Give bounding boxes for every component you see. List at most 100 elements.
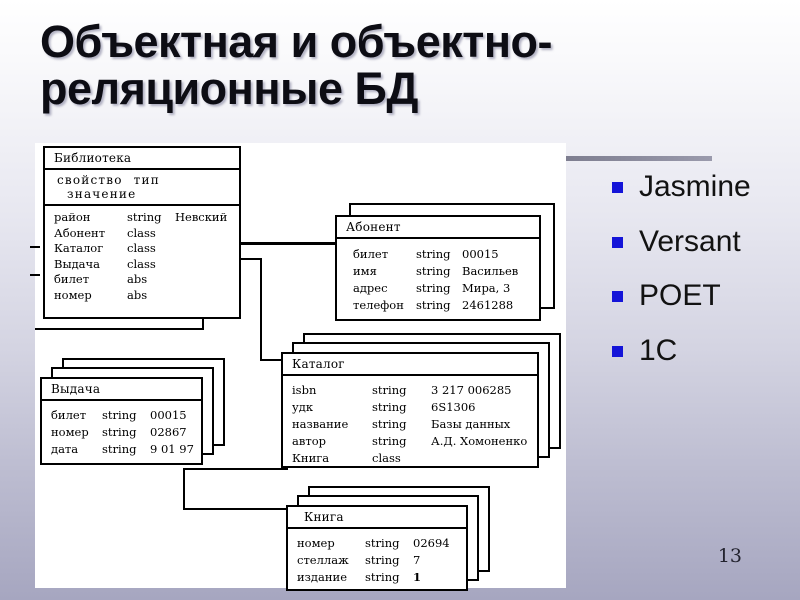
- attribute-value: 00015: [462, 247, 499, 261]
- attribute-value: 02867: [150, 425, 187, 439]
- attribute-type: string: [365, 570, 400, 584]
- connector-kniga-vertical: [183, 468, 185, 510]
- entity-column-header: свойство тип значение: [45, 170, 239, 206]
- attribute-value: 2461288: [462, 298, 514, 312]
- attribute-row: Выдача class: [45, 257, 239, 273]
- entity-katalog[interactable]: Каталог isbn string 3 217 006285 удк str…: [281, 333, 566, 473]
- attribute-row: стеллаж string 7: [288, 552, 466, 569]
- entity-attributes: район string Невский Абонент class Катал…: [45, 206, 239, 308]
- attribute-type: string: [372, 383, 407, 397]
- attribute-row: удк string 6S1306: [283, 399, 537, 416]
- entity-biblioteka[interactable]: Библиотека свойство тип значение район s…: [43, 146, 241, 319]
- attribute-type: class: [372, 451, 401, 465]
- attribute-row: номер string 02867: [42, 424, 201, 441]
- attribute-value: 3 217 006285: [431, 383, 512, 397]
- attribute-property: билет: [54, 272, 90, 286]
- attribute-property: дата: [51, 442, 79, 456]
- attribute-value: Невский: [175, 210, 228, 224]
- attribute-type: string: [102, 442, 137, 456]
- bullet-list: Jasmine Versant POET 1C: [612, 168, 800, 386]
- attribute-type: string: [416, 264, 451, 278]
- attribute-property: билет: [51, 408, 87, 422]
- bullet-label: Jasmine: [639, 170, 751, 203]
- attribute-type: string: [416, 298, 451, 312]
- square-bullet-icon: [612, 182, 623, 193]
- attribute-type: string: [365, 553, 400, 567]
- attribute-row: Книга class: [283, 450, 537, 467]
- attribute-type: string: [102, 425, 137, 439]
- list-item[interactable]: Jasmine: [612, 168, 800, 206]
- attribute-row: дата string 9 01 97: [42, 441, 201, 458]
- attribute-property: Абонент: [54, 225, 106, 240]
- entity-title: Выдача: [42, 379, 201, 401]
- attribute-type: string: [416, 247, 451, 261]
- entity-kniga[interactable]: Книга номер string 02694 стеллаж string …: [286, 486, 501, 591]
- attribute-property: удк: [292, 400, 314, 414]
- attribute-property: билет: [353, 247, 389, 261]
- entity-attributes: билет string 00015 имя string Васильев а…: [337, 239, 539, 319]
- attribute-type: string: [372, 417, 407, 431]
- list-item[interactable]: POET: [612, 277, 800, 315]
- attribute-value: 1: [413, 570, 422, 584]
- entity-title: Каталог: [283, 354, 537, 376]
- entity-abonent[interactable]: Абонент билет string 00015 имя string Ва…: [335, 203, 555, 323]
- column-header-property: свойство: [57, 173, 123, 187]
- connector-vydacha-horizontal: [35, 328, 204, 330]
- attribute-type: string: [365, 536, 400, 550]
- attribute-type: class: [127, 256, 156, 271]
- attribute-value: А.Д. Хомоненко: [431, 434, 528, 448]
- attribute-row: номер abs: [45, 288, 239, 304]
- attribute-row: издание string 1: [288, 569, 466, 586]
- attribute-property: Книга: [292, 451, 330, 465]
- attribute-property: имя: [353, 264, 377, 278]
- attribute-type: string: [416, 281, 451, 295]
- attribute-value: Базы данных: [431, 417, 511, 431]
- entity-attributes: билет string 00015 номер string 02867 да…: [42, 401, 201, 463]
- attribute-value: 02694: [413, 536, 450, 550]
- attribute-row: номер string 02694: [288, 535, 466, 552]
- attribute-type: string: [372, 434, 407, 448]
- connector-library-left-stub: [30, 274, 40, 276]
- attribute-row: район string Невский: [45, 210, 239, 226]
- attribute-type: abs: [127, 287, 148, 302]
- attribute-property: адрес: [353, 281, 388, 295]
- attribute-property: название: [292, 417, 349, 431]
- attribute-type: abs: [127, 272, 148, 286]
- attribute-property: isbn: [292, 383, 317, 397]
- square-bullet-icon: [612, 345, 623, 357]
- list-item[interactable]: 1C: [612, 332, 800, 370]
- list-item[interactable]: Versant: [612, 223, 800, 261]
- attribute-property: номер: [51, 425, 89, 439]
- entity-vydacha[interactable]: Выдача билет string 00015 номер string 0…: [40, 358, 230, 468]
- square-bullet-icon: [612, 236, 623, 248]
- connector-kniga-horizontal-bottom: [183, 508, 288, 510]
- attribute-row: Каталог class: [45, 241, 239, 257]
- attribute-row: имя string Васильев: [337, 263, 539, 280]
- attribute-property: стеллаж: [297, 553, 349, 567]
- entity-title: Абонент: [337, 217, 539, 239]
- attribute-value: 6S1306: [431, 400, 476, 414]
- diagram-panel: Библиотека свойство тип значение район s…: [30, 143, 566, 591]
- attribute-row: isbn string 3 217 006285: [283, 382, 537, 399]
- attribute-type: string: [127, 210, 162, 224]
- connector-vydacha-stub: [30, 246, 40, 248]
- attribute-property: номер: [297, 536, 335, 550]
- bullet-label: POET: [639, 279, 721, 312]
- attribute-property: Выдача: [54, 256, 100, 271]
- attribute-property: номер: [54, 287, 92, 302]
- connector-kniga-horizontal-top: [183, 468, 288, 470]
- entity-attributes: номер string 02694 стеллаж string 7 изда…: [288, 529, 466, 591]
- attribute-property: телефон: [353, 298, 404, 312]
- slide-title: Объектная и объектно-реляционные БД: [40, 16, 552, 115]
- bullet-label: 1C: [639, 333, 678, 367]
- attribute-row: билет string 00015: [337, 246, 539, 263]
- attribute-value: Мира, 3: [462, 281, 511, 295]
- attribute-property: Каталог: [54, 241, 104, 255]
- attribute-type: string: [102, 408, 137, 422]
- attribute-row: Абонент class: [45, 226, 239, 242]
- entity-title: Книга: [288, 507, 466, 529]
- attribute-value: 7: [413, 553, 421, 567]
- attribute-type: class: [127, 225, 156, 240]
- entity-card: Библиотека свойство тип значение район s…: [43, 146, 241, 319]
- slide-canvas: Объектная и объектно-реляционные БД Jasm…: [0, 0, 800, 600]
